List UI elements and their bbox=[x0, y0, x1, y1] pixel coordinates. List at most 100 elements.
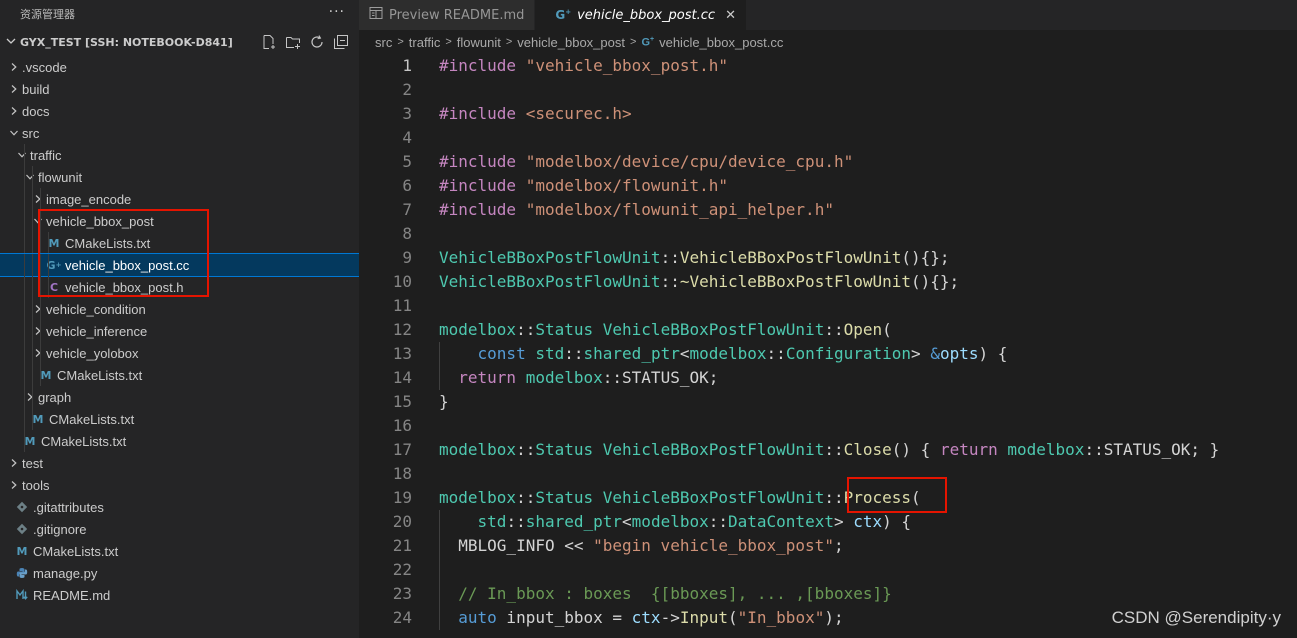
breadcrumb-item-src[interactable]: src bbox=[375, 35, 392, 50]
tree-folder-vehicle-inference[interactable]: vehicle_inference bbox=[0, 320, 359, 342]
tab-preview-readme[interactable]: Preview README.md bbox=[359, 0, 536, 30]
breadcrumb-item-flowunit[interactable]: flowunit bbox=[457, 35, 501, 50]
code-token: "begin vehicle_bbox_post" bbox=[593, 536, 834, 555]
tree-file-cmakelists-txt[interactable]: M CMakeLists.txt bbox=[0, 364, 359, 386]
chevron-right-icon[interactable] bbox=[6, 480, 22, 490]
workspace-name: GYX_TEST [SSH: NOTEBOOK-D841] bbox=[20, 35, 233, 49]
code-line[interactable]: 9 VehicleBBoxPostFlowUnit::VehicleBBoxPos… bbox=[359, 246, 1297, 270]
code-token: // In_bbox : boxes {[bboxes], ... ,[bbox… bbox=[458, 584, 892, 603]
new-folder-icon[interactable] bbox=[285, 34, 301, 50]
line-number: 16 bbox=[392, 416, 412, 435]
tab-label: Preview README.md bbox=[389, 7, 525, 23]
tree-folder-docs[interactable]: docs bbox=[0, 100, 359, 122]
tree-file-cmakelists-txt[interactable]: M CMakeLists.txt bbox=[0, 430, 359, 452]
code-line[interactable]: 8 bbox=[359, 222, 1297, 246]
code-line[interactable]: 6 #include "modelbox/flowunit.h" bbox=[359, 174, 1297, 198]
workspace-header[interactable]: GYX_TEST [SSH: NOTEBOOK-D841] bbox=[0, 28, 359, 56]
code-line[interactable]: 16 bbox=[359, 414, 1297, 438]
indent-guide bbox=[439, 558, 440, 582]
code-token: -> bbox=[660, 608, 680, 627]
code-line[interactable]: 20 std::shared_ptr<modelbox::DataContext… bbox=[359, 510, 1297, 534]
code-token: std bbox=[535, 344, 565, 363]
code-token: MBLOG_INFO << bbox=[439, 536, 594, 555]
code-token: :: bbox=[660, 248, 680, 267]
collapse-all-icon[interactable] bbox=[333, 34, 349, 50]
tree-folder-tools[interactable]: tools bbox=[0, 474, 359, 496]
tree-file-vehicle-bbox-post-h[interactable]: Cvehicle_bbox_post.h bbox=[0, 276, 359, 298]
code-line[interactable]: 14 return modelbox::STATUS_OK; bbox=[359, 366, 1297, 390]
code-line[interactable]: 3 #include <securec.h> bbox=[359, 102, 1297, 126]
tree-folder-vscode[interactable]: .vscode bbox=[0, 56, 359, 78]
code-line[interactable]: 12 modelbox::Status VehicleBBoxPostFlowUn… bbox=[359, 318, 1297, 342]
line-number: 9 bbox=[402, 248, 412, 267]
indent-guide bbox=[48, 232, 49, 254]
indent-guide bbox=[40, 342, 41, 364]
code-line[interactable]: 15} bbox=[359, 390, 1297, 414]
tree-file-readme-md[interactable]: README.md bbox=[0, 584, 359, 606]
chevron-right-icon[interactable] bbox=[6, 106, 22, 116]
code-token: ctx bbox=[631, 608, 661, 627]
tree-folder-vehicle-yolobox[interactable]: vehicle_yolobox bbox=[0, 342, 359, 364]
tree-folder-src[interactable]: src bbox=[0, 122, 359, 144]
tree-file-gitignore[interactable]: .gitignore bbox=[0, 518, 359, 540]
tree-folder-vehicle-condition[interactable]: vehicle_condition bbox=[0, 298, 359, 320]
code-token: Input bbox=[679, 608, 728, 627]
code-line[interactable]: 18 bbox=[359, 462, 1297, 486]
chevron-right-icon[interactable] bbox=[6, 84, 22, 94]
chevron-right-icon[interactable] bbox=[6, 458, 22, 468]
chevron-down-icon[interactable] bbox=[14, 150, 30, 160]
tree-item-label: manage.py bbox=[33, 565, 98, 581]
code-line[interactable]: 21 MBLOG_INFO << "begin vehicle_bbox_pos… bbox=[359, 534, 1297, 558]
code-line[interactable]: 2 bbox=[359, 78, 1297, 102]
tree-item-label: vehicle_condition bbox=[46, 301, 146, 317]
tree-file-vehicle-bbox-post-cc[interactable]: G + vehicle_bbox_post.cc bbox=[0, 253, 359, 277]
tree-folder-traffic[interactable]: traffic bbox=[0, 144, 359, 166]
tree-file-gitattributes[interactable]: .gitattributes bbox=[0, 496, 359, 518]
tree-folder-test[interactable]: test bbox=[0, 452, 359, 474]
breadcrumb-item-file[interactable]: vehicle_bbox_post.cc bbox=[659, 35, 783, 50]
indent-guide bbox=[24, 298, 25, 320]
code-line[interactable]: 1 #include "vehicle_bbox_post.h" bbox=[359, 54, 1297, 78]
code-token: #include bbox=[439, 152, 526, 171]
more-actions-icon[interactable]: ··· bbox=[329, 4, 345, 20]
indent-guide bbox=[32, 342, 33, 364]
tree-file-cmakelists-txt[interactable]: M CMakeLists.txt bbox=[0, 408, 359, 430]
code-line[interactable]: 13 const std::shared_ptr<modelbox::Confi… bbox=[359, 342, 1297, 366]
close-icon[interactable]: ✕ bbox=[725, 8, 736, 23]
tree-file-cmakelists-txt[interactable]: M CMakeLists.txt bbox=[0, 232, 359, 254]
tree-item-label: CMakeLists.txt bbox=[49, 411, 135, 427]
tab-vehicle-bbox-post-cc[interactable]: G+ vehicle_bbox_post.cc ✕ bbox=[535, 0, 747, 30]
code-line[interactable]: 22 bbox=[359, 558, 1297, 582]
code-line[interactable]: 7 #include "modelbox/flowunit_api_helper.… bbox=[359, 198, 1297, 222]
refresh-icon[interactable] bbox=[309, 34, 325, 50]
code-line[interactable]: 23 // In_bbox : boxes {[bboxes], ... ,[b… bbox=[359, 582, 1297, 606]
chevron-down-icon[interactable] bbox=[6, 128, 22, 138]
chevron-right-icon[interactable] bbox=[6, 62, 22, 72]
tree-folder-image-encode[interactable]: image_encode bbox=[0, 188, 359, 210]
tree-file-cmakelists-txt[interactable]: M CMakeLists.txt bbox=[0, 540, 359, 562]
tree-folder-graph[interactable]: graph bbox=[0, 386, 359, 408]
breadcrumb-item-vehicle-bbox-post[interactable]: vehicle_bbox_post bbox=[517, 35, 625, 50]
tree-file-manage-py[interactable]: manage.py bbox=[0, 562, 359, 584]
code-line[interactable]: 4 bbox=[359, 126, 1297, 150]
code-line[interactable]: 10 VehicleBBoxPostFlowUnit::~VehicleBBoxP… bbox=[359, 270, 1297, 294]
tree-folder-build[interactable]: build bbox=[0, 78, 359, 100]
breadcrumb-item-traffic[interactable]: traffic bbox=[409, 35, 441, 50]
code-line[interactable]: 19 modelbox::Status VehicleBBoxPostFlowUn… bbox=[359, 486, 1297, 510]
code-token: ctx bbox=[853, 512, 883, 531]
tree-folder-vehicle-bbox-post[interactable]: vehicle_bbox_post bbox=[0, 210, 359, 232]
code-line[interactable]: 17 modelbox::Status VehicleBBoxPostFlowUn… bbox=[359, 438, 1297, 462]
new-file-icon[interactable] bbox=[261, 34, 277, 50]
code-text: VehicleBBoxPostFlowUnit::VehicleBBoxPost… bbox=[439, 246, 950, 270]
code-token: () { bbox=[891, 440, 940, 459]
indent-guide bbox=[40, 364, 41, 386]
code-token: opts bbox=[939, 344, 979, 363]
code-token: "modelbox/flowunit.h" bbox=[525, 176, 728, 195]
code-line[interactable]: 11 bbox=[359, 294, 1297, 318]
tree-folder-flowunit[interactable]: flowunit bbox=[0, 166, 359, 188]
code-token: modelbox bbox=[631, 512, 709, 531]
indent-guide bbox=[40, 210, 41, 232]
code-line[interactable]: 5 #include "modelbox/device/cpu/device_cp… bbox=[359, 150, 1297, 174]
code-editor[interactable]: 1 #include "vehicle_bbox_post.h" 2 3 #includ… bbox=[359, 54, 1297, 638]
